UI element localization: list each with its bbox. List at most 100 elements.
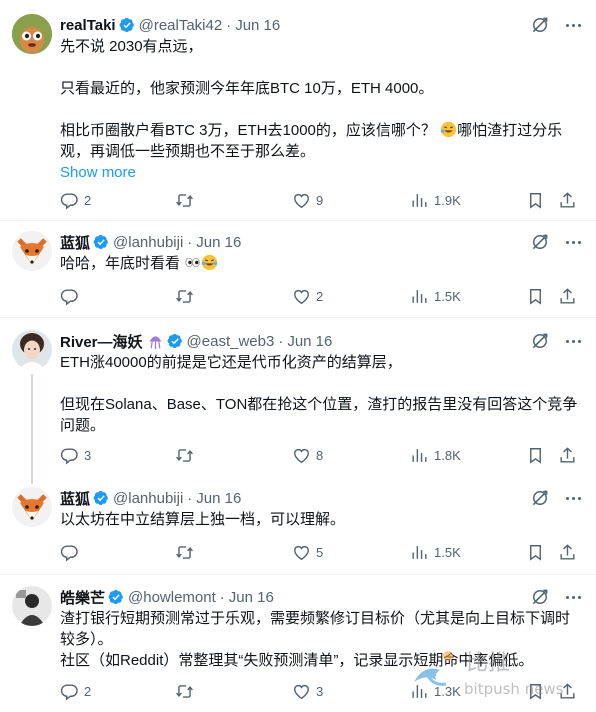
avatar[interactable]: [12, 330, 52, 370]
views-button[interactable]: 1.5K: [410, 542, 461, 562]
grok-icon[interactable]: [530, 488, 550, 508]
more-icon[interactable]: [562, 331, 584, 351]
reply-icon: [60, 543, 79, 562]
like-icon: [292, 543, 311, 562]
more-icon[interactable]: [562, 488, 584, 508]
like-icon: [292, 287, 311, 306]
like-button[interactable]: 8: [292, 445, 323, 465]
rofl-emoji-icon: [440, 121, 457, 138]
separator-dot: ·: [187, 489, 193, 507]
tweet-text: 哈哈，年底时看看: [60, 253, 580, 274]
text-line: ETH涨40000的前提是它还是代币化资产的结算层，: [60, 354, 402, 371]
verified-badge-icon: [93, 234, 109, 250]
bookmark-button[interactable]: [526, 286, 545, 306]
retweet-button[interactable]: [175, 286, 199, 306]
timestamp[interactable]: Jun 16: [196, 490, 241, 507]
share-button[interactable]: [558, 190, 577, 210]
bookmark-button[interactable]: [526, 445, 545, 465]
handle[interactable]: @realTaki42: [139, 17, 223, 34]
retweet-button[interactable]: [175, 445, 199, 465]
tweet-header: realTaki @realTaki42 · Jun 16: [60, 15, 280, 35]
display-name[interactable]: 蓝狐: [60, 232, 90, 253]
reply-count: 2: [84, 192, 92, 208]
avatar[interactable]: [12, 586, 52, 626]
retweet-button[interactable]: [175, 542, 199, 562]
more-icon[interactable]: [562, 232, 584, 252]
reply-icon: [60, 191, 79, 210]
text-line: 渣打银行短期预测常过于乐观，需要频繁修订目标价（尤其是向上目标下调时: [60, 610, 571, 627]
jellyfish-emoji-icon: [149, 335, 161, 349]
avatar[interactable]: [12, 14, 52, 54]
timestamp[interactable]: Jun 16: [196, 234, 241, 251]
views-icon: [410, 191, 429, 210]
divider: [0, 220, 596, 221]
eyes-emoji-icon: [185, 257, 200, 268]
handle[interactable]: @lanhubiji: [113, 490, 183, 507]
reply-count: 3: [84, 447, 92, 463]
views-button[interactable]: 1.9K: [410, 190, 461, 210]
like-button[interactable]: 5: [292, 542, 323, 562]
like-count: 2: [316, 288, 324, 304]
reply-button[interactable]: 2: [60, 681, 91, 701]
more-icon[interactable]: [562, 15, 584, 35]
bookmark-button[interactable]: [526, 542, 545, 562]
share-icon: [558, 446, 577, 465]
tweet-header: 皓樂芒 @howlemont · Jun 16: [60, 587, 274, 607]
verified-badge-icon: [119, 17, 135, 33]
tweet-text: 以太坊在中立结算层上独一档，可以理解。: [60, 509, 580, 530]
reply-count: 2: [84, 683, 92, 699]
share-button[interactable]: [558, 445, 577, 465]
share-button[interactable]: [558, 286, 577, 306]
grok-icon[interactable]: [530, 587, 550, 607]
bookmark-button[interactable]: [526, 190, 545, 210]
retweet-icon: [175, 446, 194, 465]
grok-icon[interactable]: [530, 331, 550, 351]
timestamp[interactable]: Jun 16: [235, 17, 280, 34]
separator-dot: ·: [226, 16, 232, 34]
display-name[interactable]: 蓝狐: [60, 488, 90, 509]
retweet-button[interactable]: [175, 190, 199, 210]
avatar[interactable]: [12, 231, 52, 271]
retweet-button[interactable]: [175, 681, 199, 701]
views-button[interactable]: 1.8K: [410, 445, 461, 465]
reply-button[interactable]: 3: [60, 445, 91, 465]
watermark-en-text: bitpush news: [464, 680, 564, 698]
grok-icon[interactable]: [530, 232, 550, 252]
like-button[interactable]: 3: [292, 681, 323, 701]
bookmark-icon: [526, 446, 545, 465]
timestamp[interactable]: Jun 16: [287, 333, 332, 350]
share-icon: [558, 543, 577, 562]
thread-connector: [31, 374, 33, 484]
share-button[interactable]: [558, 542, 577, 562]
text-line: 但现在Solana、Base、TON都在抢这个位置，渣打的报告里没有回答这个竞争: [60, 396, 578, 413]
like-button[interactable]: 2: [292, 286, 323, 306]
reply-button[interactable]: [60, 542, 84, 562]
timestamp[interactable]: Jun 16: [229, 589, 274, 606]
display-name[interactable]: River—海妖: [60, 331, 143, 352]
retweet-icon: [175, 682, 194, 701]
like-icon: [292, 446, 311, 465]
avatar[interactable]: [12, 487, 52, 527]
handle[interactable]: @lanhubiji: [113, 234, 183, 251]
watermark-cn-text: 比推: [466, 651, 510, 676]
handle[interactable]: @howlemont: [128, 589, 216, 606]
display-name[interactable]: realTaki: [60, 17, 116, 34]
share-icon: [558, 287, 577, 306]
text-line: 相比币圈散户看BTC 3万，ETH去1000的，应该信哪个？ 哪怕渣打过分乐观，…: [60, 121, 563, 160]
share-icon: [558, 191, 577, 210]
like-button[interactable]: 9: [292, 190, 323, 210]
watermark: 比推 bitpush news: [408, 642, 588, 706]
retweet-icon: [175, 543, 194, 562]
bitpush-logo-icon: 比推 bitpush news: [414, 651, 564, 698]
like-icon: [292, 191, 311, 210]
text-line: 以太坊在中立结算层上独一档，可以理解。: [60, 511, 346, 528]
show-more-link[interactable]: Show more: [60, 162, 580, 183]
more-icon[interactable]: [562, 587, 584, 607]
display-name[interactable]: 皓樂芒: [60, 587, 105, 608]
grok-icon[interactable]: [530, 15, 550, 35]
views-icon: [410, 543, 429, 562]
reply-button[interactable]: 2: [60, 190, 91, 210]
views-button[interactable]: 1.5K: [410, 286, 461, 306]
handle[interactable]: @east_web3: [187, 333, 275, 350]
reply-button[interactable]: [60, 286, 84, 306]
